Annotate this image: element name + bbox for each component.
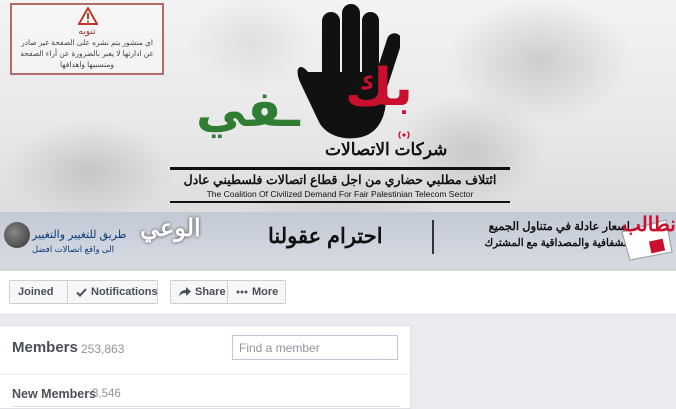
notifications-button[interactable]: Notifications (68, 280, 158, 304)
new-members-title[interactable]: New Members (12, 387, 96, 401)
group-cover-photo[interactable]: تنويه اي منشور يتم نشره على الصفحة غير ص… (0, 0, 676, 271)
members-card: Members 253,863 New Members 3,546 (0, 325, 411, 409)
joined-button[interactable]: Joined (9, 280, 68, 304)
caret-down-icon (58, 291, 59, 293)
share-button[interactable]: Share (170, 280, 228, 304)
members-count: 253,863 (81, 342, 125, 356)
ellipsis-icon (236, 290, 248, 294)
awareness-subtitle-1: طريق للتغيير والتغيير (32, 229, 127, 241)
disclaimer-title: تنويه (78, 26, 96, 36)
divider-line (170, 201, 510, 203)
slogan-banner: طريق للتغيير والتغيير الى واقع اتصالات ا… (0, 212, 676, 268)
share-arrow-icon (179, 287, 191, 297)
checkmark-icon (76, 287, 87, 297)
new-members-count: 3,546 (92, 388, 121, 400)
fair-prices-slogan: اسعار عادلة في متناول الجميع (488, 221, 630, 233)
warning-icon (78, 7, 98, 25)
awareness-subtitle-2: الى واقع اتصالات افضل (32, 244, 114, 254)
respect-slogan: احترام عقولنا (268, 225, 383, 248)
more-label: More (252, 286, 279, 298)
more-button[interactable]: More (228, 280, 286, 304)
transparency-slogan: الشفافية والمصداقية مع المشترك (484, 237, 630, 249)
awareness-title: الوعي (140, 215, 201, 242)
disclaimer-text: اي منشور يتم نشره على الصفحة غير صادر عن… (20, 38, 154, 69)
notifications-label: Notifications (91, 286, 158, 298)
demand-label: نطالب (622, 214, 676, 236)
divider-line (170, 167, 510, 170)
disclaimer-box: تنويه اي منشور يتم نشره على الصفحة غير ص… (10, 3, 164, 75)
logo-green-word: ـفي (196, 80, 302, 138)
members-title[interactable]: Members (12, 339, 78, 356)
share-label: Share (195, 286, 226, 298)
group-action-bar: Joined Notifications Share More (0, 271, 676, 315)
card-divider (0, 374, 411, 375)
logo-subtitle: شركات الاتصالات (325, 140, 448, 159)
banner-divider (432, 220, 434, 254)
globe-icon (4, 222, 30, 248)
coalition-english-text: The Coalition Of Civilized Demand For Fa… (206, 189, 474, 199)
logo-red-word: بك (345, 58, 415, 118)
joined-label: Joined (18, 286, 54, 298)
card-divider (12, 406, 399, 407)
signal-icon (398, 131, 410, 139)
coalition-arabic-text: ائتلاف مطلبي حضاري من اجل قطاع اتصالات ف… (183, 173, 497, 187)
find-member-input[interactable] (232, 335, 398, 360)
